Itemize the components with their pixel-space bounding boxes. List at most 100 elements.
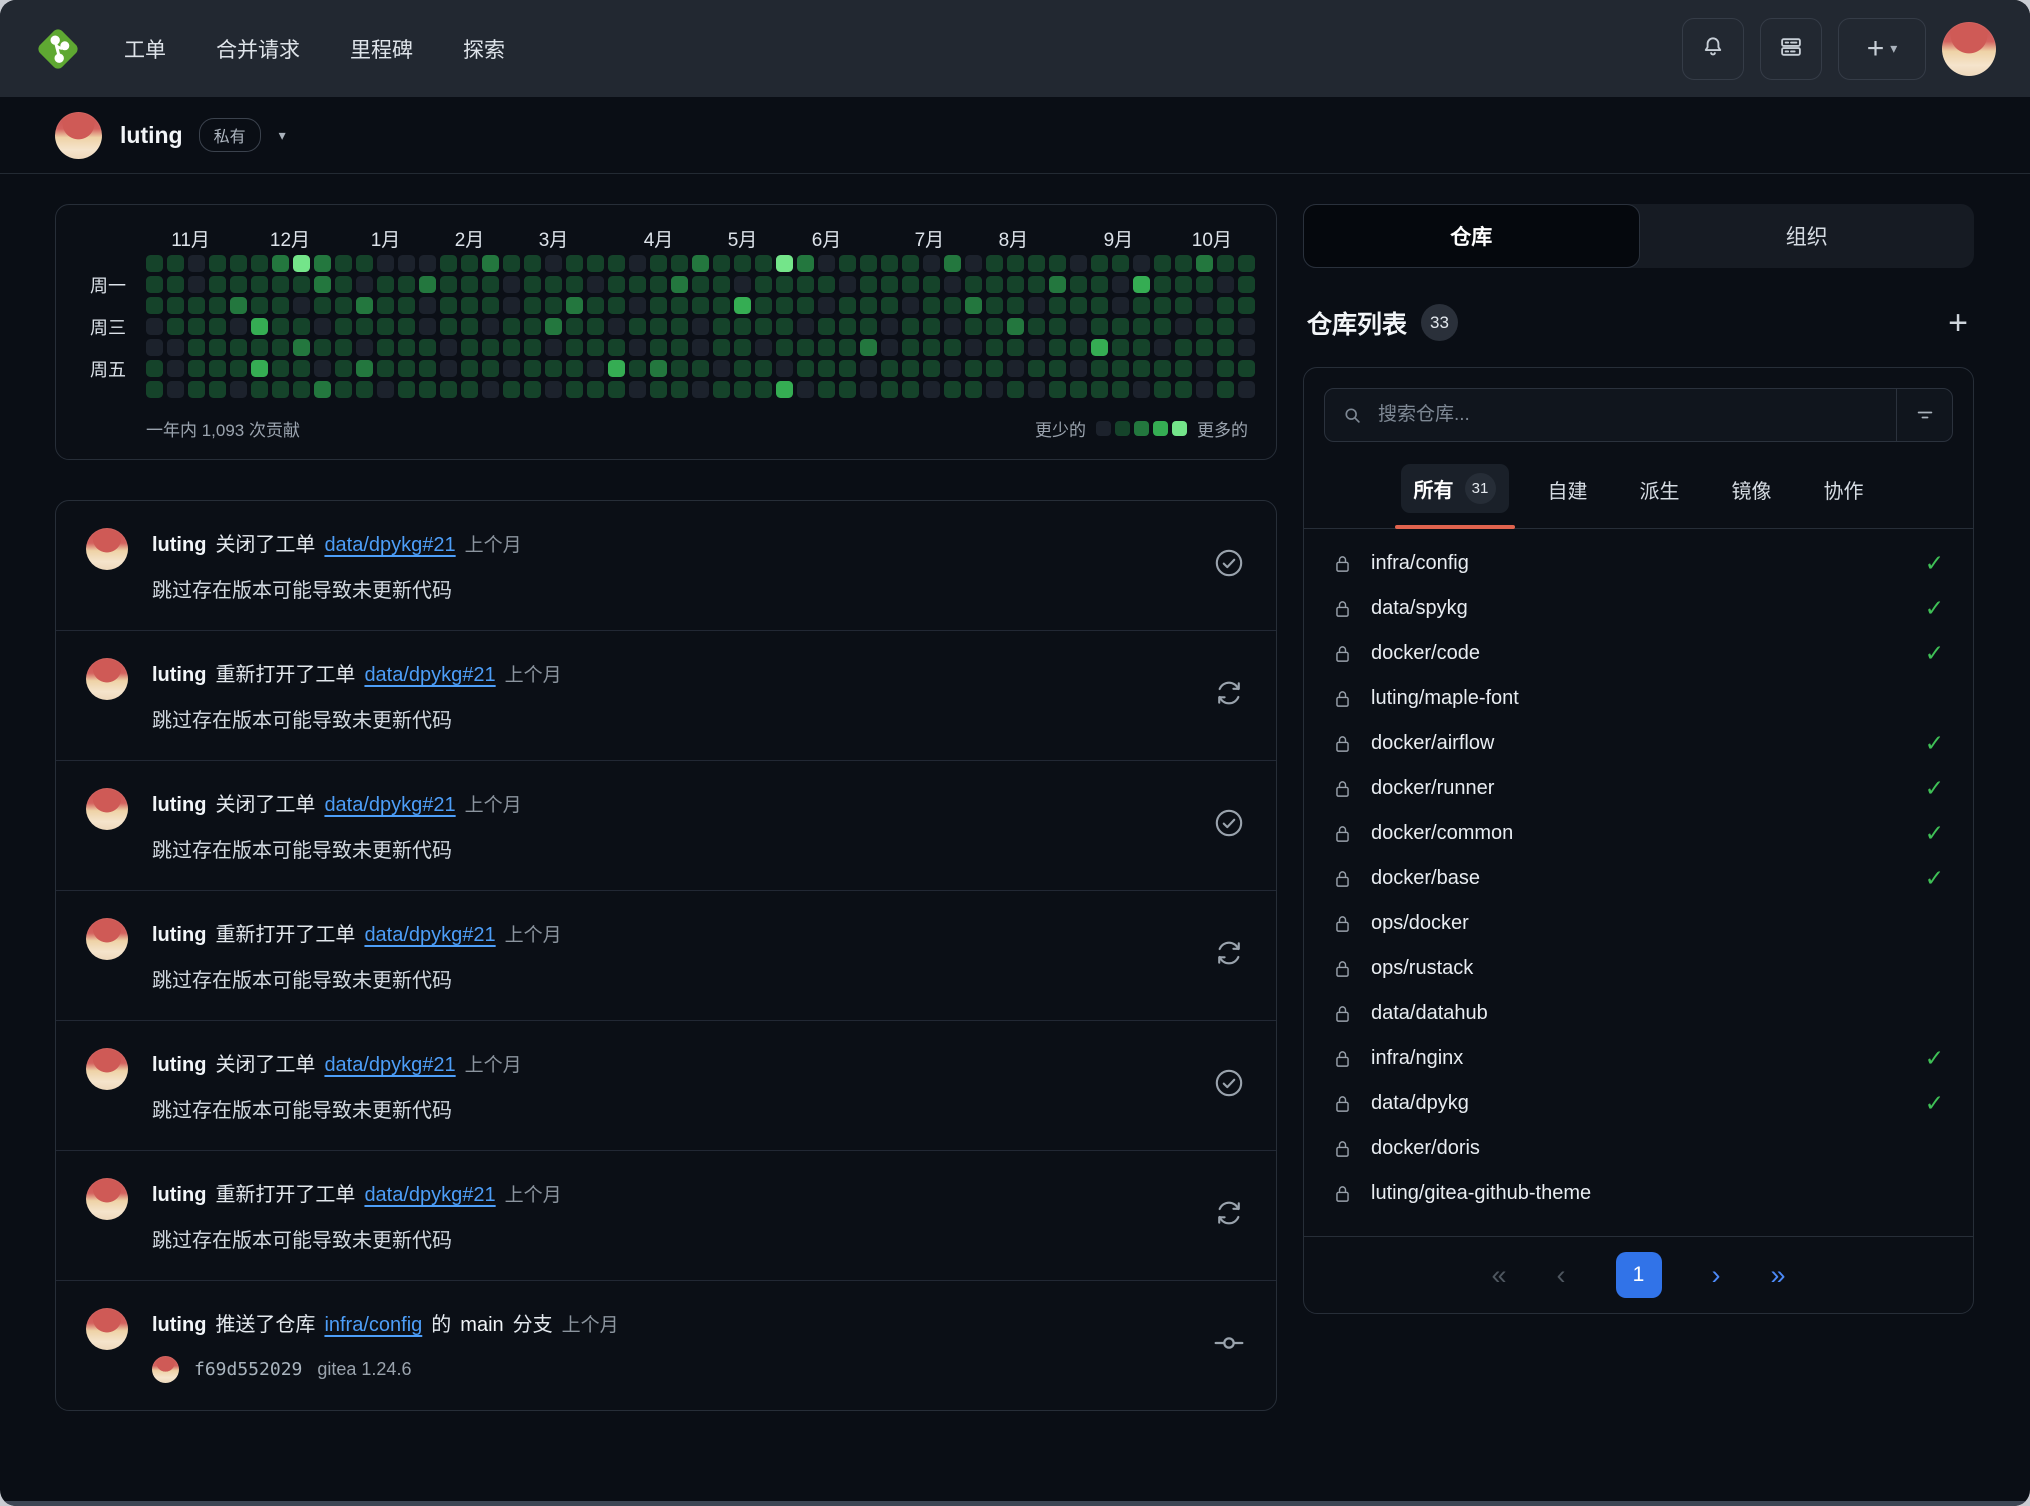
heatmap-cell[interactable]: [524, 360, 541, 377]
heatmap-cell[interactable]: [1238, 318, 1255, 335]
feed-repo-link[interactable]: infra/config: [324, 1314, 422, 1337]
heatmap-cell[interactable]: [1217, 381, 1234, 398]
heatmap-cell[interactable]: [776, 255, 793, 272]
heatmap-cell[interactable]: [419, 255, 436, 272]
feed-actor-avatar[interactable]: [86, 1048, 128, 1090]
heatmap-cell[interactable]: [524, 339, 541, 356]
heatmap-cell[interactable]: [146, 381, 163, 398]
heatmap-cell[interactable]: [755, 360, 772, 377]
heatmap-cell[interactable]: [944, 360, 961, 377]
heatmap-cell[interactable]: [692, 318, 709, 335]
heatmap-cell[interactable]: [335, 360, 352, 377]
heatmap-cell[interactable]: [503, 318, 520, 335]
heatmap-cell[interactable]: [1196, 360, 1213, 377]
heatmap-cell[interactable]: [860, 255, 877, 272]
heatmap-cell[interactable]: [230, 255, 247, 272]
heatmap-cell[interactable]: [797, 255, 814, 272]
nav-link-1[interactable]: 合并请求: [216, 34, 300, 64]
heatmap-cell[interactable]: [293, 381, 310, 398]
repo-filter-4[interactable]: 协作: [1805, 466, 1883, 528]
repo-name[interactable]: ops/rustack: [1371, 957, 1473, 980]
heatmap-cell[interactable]: [1175, 276, 1192, 293]
heatmap-cell[interactable]: [377, 360, 394, 377]
repo-name[interactable]: docker/doris: [1371, 1137, 1480, 1160]
heatmap-cell[interactable]: [734, 381, 751, 398]
repo-row[interactable]: docker/base✓: [1304, 856, 1973, 901]
heatmap-cell[interactable]: [377, 318, 394, 335]
heatmap-cell[interactable]: [251, 360, 268, 377]
heatmap-cell[interactable]: [734, 318, 751, 335]
heatmap-cell[interactable]: [713, 339, 730, 356]
feed-actor-avatar[interactable]: [86, 918, 128, 960]
heatmap-cell[interactable]: [524, 297, 541, 314]
heatmap-cell[interactable]: [230, 276, 247, 293]
repo-filter-0[interactable]: 所有31: [1395, 464, 1515, 528]
heatmap-cell[interactable]: [881, 360, 898, 377]
heatmap-cell[interactable]: [986, 318, 1003, 335]
heatmap-cell[interactable]: [692, 360, 709, 377]
heatmap-cell[interactable]: [1049, 360, 1066, 377]
heatmap-cell[interactable]: [314, 339, 331, 356]
heatmap-cell[interactable]: [629, 339, 646, 356]
heatmap-cell[interactable]: [524, 381, 541, 398]
heatmap-cell[interactable]: [1028, 381, 1045, 398]
heatmap-cell[interactable]: [1196, 276, 1213, 293]
heatmap-cell[interactable]: [608, 339, 625, 356]
heatmap-cell[interactable]: [1238, 276, 1255, 293]
heatmap-cell[interactable]: [377, 381, 394, 398]
heatmap-cell[interactable]: [440, 360, 457, 377]
heatmap-cell[interactable]: [1091, 339, 1108, 356]
heatmap-cell[interactable]: [965, 255, 982, 272]
heatmap-cell[interactable]: [503, 276, 520, 293]
heatmap-cell[interactable]: [692, 255, 709, 272]
heatmap-cell[interactable]: [482, 318, 499, 335]
heatmap-cell[interactable]: [944, 255, 961, 272]
heatmap-cell[interactable]: [902, 297, 919, 314]
heatmap-cell[interactable]: [188, 276, 205, 293]
heatmap-cell[interactable]: [755, 297, 772, 314]
heatmap-cell[interactable]: [839, 339, 856, 356]
heatmap-cell[interactable]: [356, 381, 373, 398]
heatmap-cell[interactable]: [965, 339, 982, 356]
heatmap-cell[interactable]: [230, 339, 247, 356]
repo-row[interactable]: infra/nginx✓: [1304, 1036, 1973, 1081]
heatmap-cell[interactable]: [272, 255, 289, 272]
heatmap-cell[interactable]: [440, 297, 457, 314]
tab-organizations[interactable]: 组织: [1640, 204, 1975, 268]
heatmap-cell[interactable]: [881, 276, 898, 293]
heatmap-cell[interactable]: [839, 360, 856, 377]
heatmap-cell[interactable]: [650, 360, 667, 377]
heatmap-cell[interactable]: [1196, 339, 1213, 356]
feed-repo-link[interactable]: data/dpykg#21: [324, 534, 455, 557]
feed-actor-avatar[interactable]: [86, 788, 128, 830]
heatmap-cell[interactable]: [314, 276, 331, 293]
heatmap-cell[interactable]: [566, 381, 583, 398]
heatmap-cell[interactable]: [440, 339, 457, 356]
heatmap-cell[interactable]: [587, 360, 604, 377]
heatmap-cell[interactable]: [965, 381, 982, 398]
heatmap-cell[interactable]: [734, 255, 751, 272]
heatmap-cell[interactable]: [797, 381, 814, 398]
heatmap-cell[interactable]: [1217, 255, 1234, 272]
heatmap-cell[interactable]: [608, 255, 625, 272]
heatmap-cell[interactable]: [1196, 318, 1213, 335]
heatmap-cell[interactable]: [944, 381, 961, 398]
pagination-prev-button[interactable]: ‹: [1557, 1260, 1566, 1291]
heatmap-cell[interactable]: [314, 381, 331, 398]
heatmap-cell[interactable]: [293, 255, 310, 272]
repo-name[interactable]: infra/nginx: [1371, 1047, 1463, 1070]
feed-user-link[interactable]: luting: [152, 1054, 206, 1077]
heatmap-cell[interactable]: [293, 360, 310, 377]
heatmap-cell[interactable]: [797, 360, 814, 377]
heatmap-cell[interactable]: [923, 318, 940, 335]
heatmap-cell[interactable]: [167, 276, 184, 293]
heatmap-cell[interactable]: [650, 339, 667, 356]
heatmap-cell[interactable]: [650, 276, 667, 293]
heatmap-cell[interactable]: [923, 276, 940, 293]
admin-panel-button[interactable]: [1760, 18, 1822, 80]
heatmap-cell[interactable]: [209, 276, 226, 293]
heatmap-cell[interactable]: [230, 360, 247, 377]
heatmap-cell[interactable]: [944, 339, 961, 356]
heatmap-cell[interactable]: [755, 318, 772, 335]
heatmap-cell[interactable]: [713, 360, 730, 377]
